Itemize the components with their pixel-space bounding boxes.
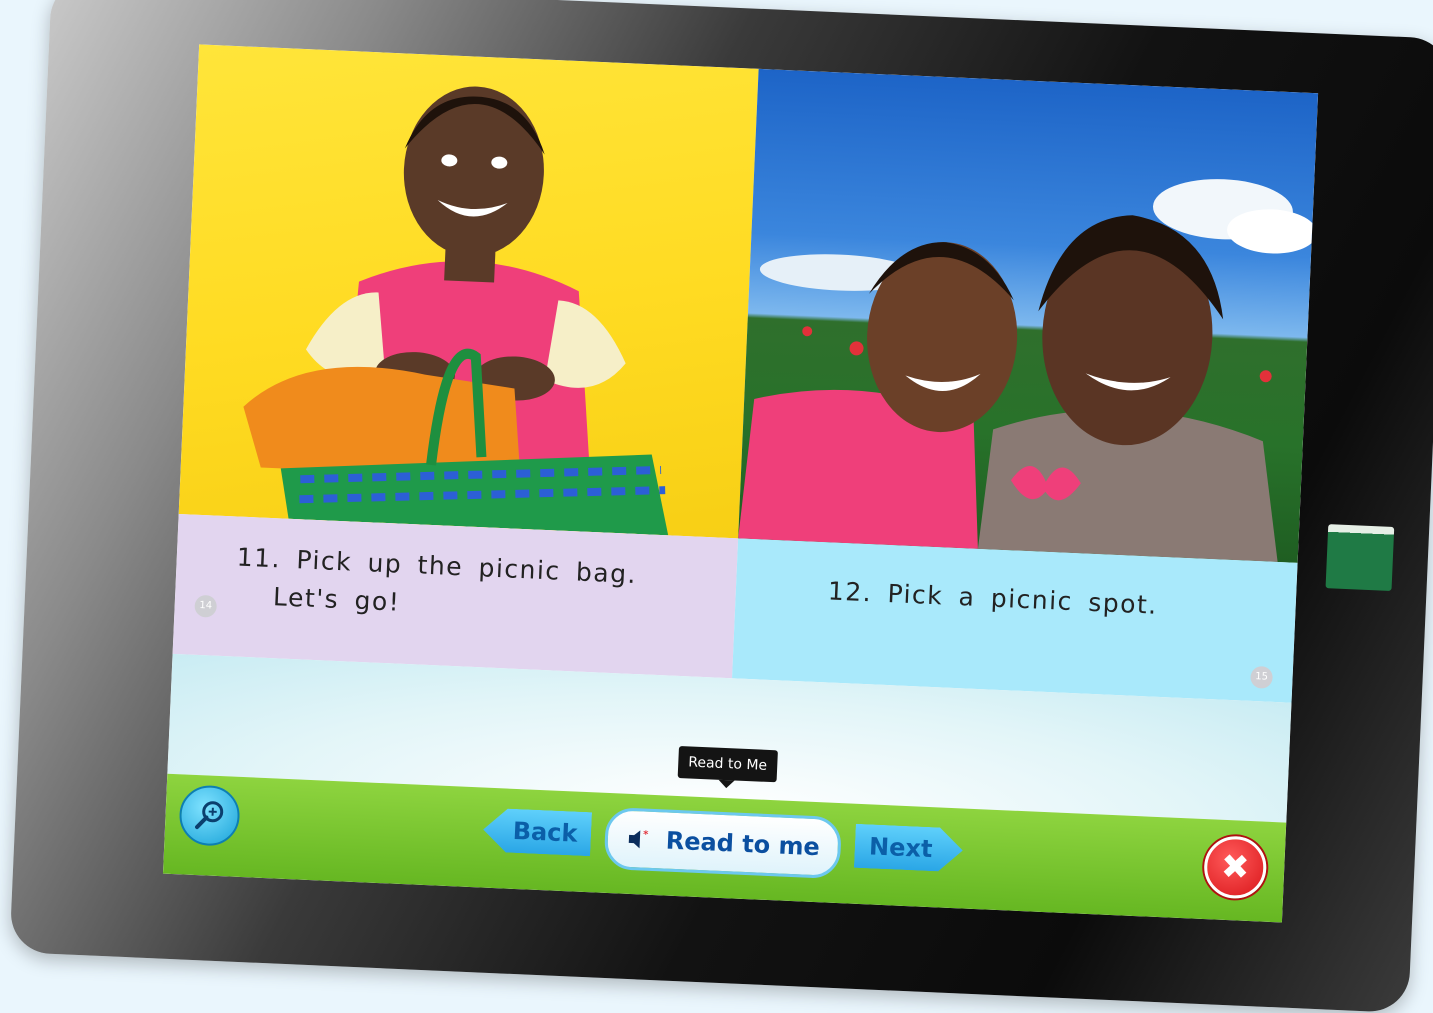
left-page: 11. Pick up the picnic bag. Let's go! 14 bbox=[173, 44, 759, 678]
tablet-side-button[interactable] bbox=[1326, 524, 1395, 591]
zoom-button[interactable] bbox=[178, 784, 241, 847]
left-page-photo bbox=[179, 44, 759, 538]
next-button-label: Next bbox=[869, 832, 933, 863]
next-button[interactable]: Next bbox=[854, 824, 964, 873]
read-to-me-label: Read to me bbox=[665, 827, 820, 862]
two-girls-outdoors-illustration bbox=[738, 69, 1318, 563]
left-page-text-area: 11. Pick up the picnic bag. Let's go! 14 bbox=[173, 514, 739, 678]
right-page-text-area: 12. Pick a picnic spot. 15 bbox=[732, 538, 1298, 702]
close-button[interactable]: ✖ bbox=[1203, 835, 1268, 900]
left-page-number: 14 bbox=[194, 595, 217, 618]
right-page-number: 15 bbox=[1250, 666, 1273, 689]
ebook-reader-screen: 11. Pick up the picnic bag. Let's go! 14 bbox=[163, 44, 1318, 922]
book-spread: 11. Pick up the picnic bag. Let's go! 14 bbox=[173, 44, 1319, 702]
left-page-text-line2: Let's go! bbox=[272, 578, 401, 622]
speaker-icon: * bbox=[625, 826, 652, 853]
close-icon: ✖ bbox=[1220, 847, 1250, 888]
back-button-label: Back bbox=[512, 817, 578, 848]
tablet-frame: 11. Pick up the picnic bag. Let's go! 14 bbox=[9, 0, 1433, 1013]
right-page-text-line1: 12. Pick a picnic spot. bbox=[827, 572, 1158, 624]
zoom-in-icon bbox=[192, 798, 227, 833]
read-to-me-button[interactable]: * Read to me bbox=[604, 807, 842, 879]
read-to-me-tooltip: Read to Me bbox=[678, 746, 778, 782]
svg-text:*: * bbox=[643, 830, 649, 841]
right-page: 12. Pick a picnic spot. 15 bbox=[732, 69, 1318, 703]
right-page-photo bbox=[738, 69, 1318, 563]
back-button[interactable]: Back bbox=[482, 808, 592, 857]
child-with-picnic-basket-illustration bbox=[179, 44, 759, 538]
